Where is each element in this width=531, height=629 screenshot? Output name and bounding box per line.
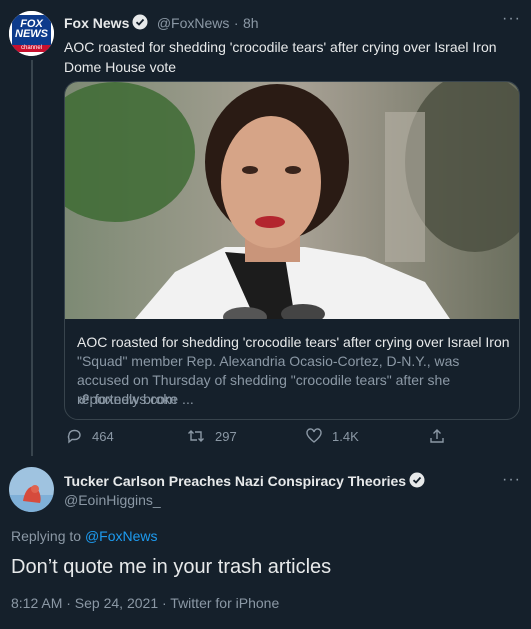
retweet-action[interactable]: 297 bbox=[187, 428, 237, 444]
separator-dot: · bbox=[233, 15, 239, 31]
replying-to-handle[interactable]: @FoxNews bbox=[85, 528, 158, 544]
share-icon bbox=[430, 429, 444, 443]
reply-author-handle[interactable]: @EoinHiggins_ bbox=[64, 492, 161, 508]
replying-to-prefix: Replying to bbox=[11, 528, 82, 544]
reply-count: 464 bbox=[92, 428, 114, 444]
more-dots-icon[interactable]: ··· bbox=[502, 10, 521, 28]
tweet-time[interactable]: 8h bbox=[243, 15, 259, 31]
tweet-text: AOC roasted for shedding 'crocodile tear… bbox=[64, 39, 497, 75]
fox-news-avatar[interactable]: FOX NEWS channel bbox=[9, 11, 54, 56]
card-domain: foxnews.com bbox=[94, 391, 177, 407]
author-handle[interactable]: @FoxNews bbox=[157, 15, 230, 31]
reply-header: Tucker Carlson Preaches Nazi Conspiracy … bbox=[64, 472, 425, 491]
card-domain-row: foxnews.com bbox=[77, 391, 177, 407]
verified-badge-icon bbox=[132, 14, 148, 30]
more-dots-icon[interactable]: ··· bbox=[502, 471, 521, 489]
reply-text: Don’t quote me in your trash articles bbox=[11, 556, 332, 578]
link-icon bbox=[79, 394, 89, 404]
card-title: AOC roasted for shedding 'crocodile tear… bbox=[77, 334, 509, 350]
like-count: 1.4K bbox=[332, 428, 359, 444]
retweet-count: 297 bbox=[215, 428, 237, 444]
verified-badge-icon bbox=[409, 472, 425, 488]
reply-timestamp[interactable]: 8:12 AM · Sep 24, 2021 · Twitter for iPh… bbox=[11, 595, 279, 611]
author-name[interactable]: Fox News bbox=[64, 15, 129, 31]
logo-text-news: NEWS bbox=[15, 28, 48, 40]
retweet-icon bbox=[188, 430, 204, 442]
reply-author-name[interactable]: Tucker Carlson Preaches Nazi Conspiracy … bbox=[64, 473, 406, 489]
logo-text-channel: channel bbox=[20, 45, 43, 51]
share-action[interactable] bbox=[429, 428, 445, 444]
avatar-image bbox=[9, 467, 54, 512]
like-action[interactable]: 1.4K bbox=[306, 428, 359, 444]
card-photo-illustration bbox=[65, 82, 519, 319]
reply-action[interactable]: 464 bbox=[66, 428, 114, 444]
tweet-header: Fox News @FoxNews · 8h bbox=[64, 14, 259, 33]
heart-icon bbox=[306, 428, 322, 443]
reply-icon bbox=[67, 429, 81, 444]
replying-to-line: Replying to @FoxNews bbox=[11, 528, 158, 544]
card-image bbox=[65, 82, 519, 319]
reply-author-avatar[interactable] bbox=[9, 467, 54, 512]
thread-connector-line bbox=[31, 60, 33, 456]
link-card[interactable]: AOC roasted for shedding 'crocodile tear… bbox=[64, 81, 520, 420]
